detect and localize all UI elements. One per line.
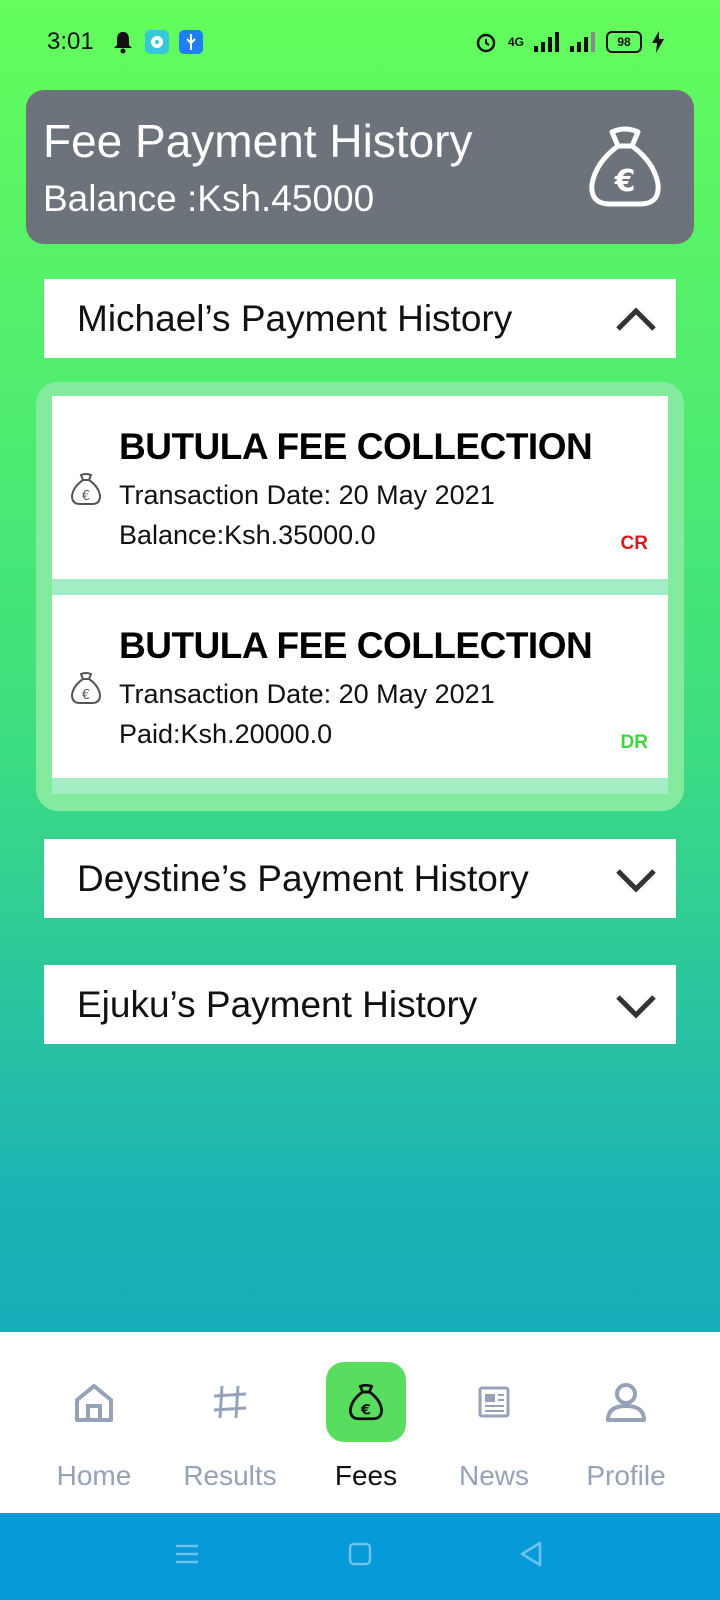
back-icon[interactable] — [518, 1541, 544, 1567]
fees-money-bag-icon: € — [326, 1362, 406, 1442]
alarm-icon — [476, 33, 496, 53]
menu-icon[interactable] — [174, 1541, 200, 1567]
nav-results[interactable]: Results — [165, 1362, 295, 1492]
section-title: Michael’s Payment History — [77, 297, 513, 339]
section-ejuku-header[interactable]: Ejuku’s Payment History — [44, 965, 676, 1044]
chevron-up-icon[interactable] — [614, 297, 658, 341]
fee-header-card: Fee Payment History Balance :Ksh.45000 € — [26, 90, 694, 244]
system-navigation-bar — [0, 1513, 720, 1600]
chevron-down-icon[interactable] — [614, 857, 658, 901]
charging-icon — [652, 31, 664, 53]
status-right: 4G 98 — [474, 30, 664, 54]
transaction-type-badge: DR — [620, 732, 648, 753]
usb-icon — [179, 30, 203, 54]
total-balance: Balance :Ksh.45000 — [43, 178, 375, 219]
transaction-title: BUTULA FEE COLLECTION — [119, 625, 593, 666]
signal-icon-2 — [570, 32, 595, 52]
nav-label: News — [458, 1460, 529, 1491]
svg-text:€: € — [614, 164, 636, 199]
signal-icon — [534, 32, 559, 52]
profile-icon — [586, 1362, 666, 1442]
money-bag-euro-icon: € — [589, 126, 661, 207]
nav-label: Home — [56, 1460, 132, 1491]
nav-profile[interactable]: Profile — [561, 1362, 691, 1492]
transaction-amount: Balance:Ksh.35000.0 — [119, 520, 376, 550]
news-icon — [454, 1362, 534, 1442]
section-michael-header[interactable]: Michael’s Payment History — [44, 279, 676, 358]
page-title: Fee Payment History — [43, 115, 473, 167]
bottom-navigation: Home Results € Fees News Profile — [0, 1332, 720, 1513]
svg-text:€: € — [82, 688, 90, 703]
card-divider — [52, 579, 668, 595]
section-title: Deystine’s Payment History — [77, 857, 529, 899]
svg-text:€: € — [360, 1402, 371, 1418]
nav-label: Fees — [334, 1460, 398, 1491]
svg-text:€: € — [82, 489, 90, 504]
transaction-title: BUTULA FEE COLLECTION — [119, 426, 593, 467]
status-time: 3:01 — [47, 28, 94, 55]
michael-transactions-panel: € BUTULA FEE COLLECTION Transaction Date… — [36, 382, 684, 811]
transaction-card[interactable]: € BUTULA FEE COLLECTION Transaction Date… — [52, 396, 668, 579]
results-icon — [190, 1362, 270, 1442]
chat-app-icon — [145, 30, 169, 54]
section-deystine-header[interactable]: Deystine’s Payment History — [44, 839, 676, 918]
status-bar: 3:01 4G 98 — [0, 0, 720, 88]
home-icon — [54, 1362, 134, 1442]
chevron-down-icon[interactable] — [614, 983, 658, 1027]
home-button-icon[interactable] — [347, 1541, 373, 1567]
transaction-type-badge: CR — [620, 533, 648, 554]
card-divider — [52, 778, 668, 794]
nav-news[interactable]: News — [429, 1362, 559, 1492]
nav-home[interactable]: Home — [29, 1362, 159, 1492]
transaction-date: Transaction Date: 20 May 2021 — [119, 679, 495, 709]
battery-icon: 98 — [606, 31, 642, 53]
section-title: Ejuku’s Payment History — [77, 983, 478, 1025]
money-bag-icon: € — [70, 473, 102, 505]
nav-fees[interactable]: € Fees — [301, 1362, 431, 1492]
money-bag-icon: € — [70, 672, 102, 704]
transaction-amount: Paid:Ksh.20000.0 — [119, 719, 333, 749]
nav-label: Profile — [586, 1460, 666, 1491]
bell-icon — [114, 32, 132, 54]
transaction-card[interactable]: € BUTULA FEE COLLECTION Transaction Date… — [52, 595, 668, 778]
transaction-date: Transaction Date: 20 May 2021 — [119, 480, 495, 510]
nav-label: Results — [183, 1460, 277, 1491]
network-type: 4G — [507, 35, 524, 49]
